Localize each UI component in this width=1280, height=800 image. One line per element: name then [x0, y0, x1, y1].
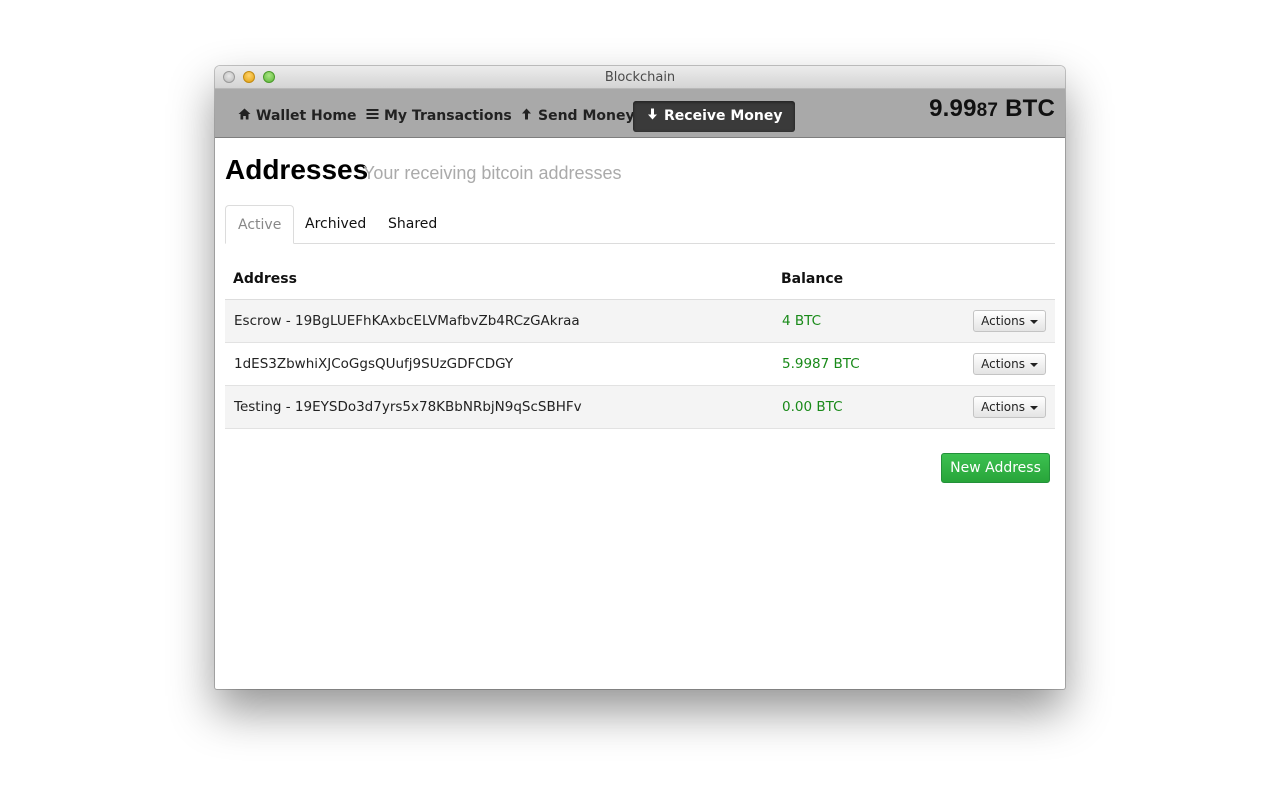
arrow-down-icon: [645, 101, 659, 132]
new-address-button[interactable]: New Address: [941, 453, 1050, 483]
nav-my-transactions-label: My Transactions: [384, 108, 512, 124]
app-window: Blockchain Wallet Home My Transactions S…: [215, 66, 1065, 689]
balance-unit: BTC: [1005, 95, 1055, 122]
nav-receive-money-label: Receive Money: [664, 108, 783, 124]
actions-dropdown-button[interactable]: Actions: [973, 396, 1046, 418]
caret-down-icon: [1030, 405, 1038, 410]
actions-dropdown-button[interactable]: Actions: [973, 310, 1046, 332]
balance-cell: 4 BTC: [782, 313, 822, 329]
arrow-up-icon: [519, 101, 533, 132]
table-body: Escrow - 19BgLUEFhKAxbcELVMafbvZb4RCzGAk…: [225, 299, 1055, 429]
balance-cell: 5.9987 BTC: [782, 356, 860, 372]
actions-label: Actions: [981, 400, 1025, 414]
balance-main: 9.99: [929, 95, 977, 122]
actions-dropdown-button[interactable]: Actions: [973, 353, 1046, 375]
actions-label: Actions: [981, 357, 1025, 371]
address-cell: Escrow - 19BgLUEFhKAxbcELVMafbvZb4RCzGAk…: [234, 313, 580, 329]
top-navbar: Wallet Home My Transactions Send Money R…: [215, 89, 1065, 138]
address-tabs: Active Archived Shared: [225, 205, 1055, 244]
title-bar: Blockchain: [215, 66, 1065, 89]
home-icon: [237, 101, 251, 132]
list-icon: [365, 101, 379, 132]
tab-active[interactable]: Active: [225, 205, 295, 244]
window-title: Blockchain: [604, 70, 676, 85]
address-cell: Testing - 19EYSDo3d7yrs5x78KBbNRbjN9qScS…: [234, 399, 582, 415]
caret-down-icon: [1030, 319, 1038, 324]
balance-small-digits: 87: [976, 100, 999, 121]
table-row: Escrow - 19BgLUEFhKAxbcELVMafbvZb4RCzGAk…: [225, 300, 1055, 343]
nav-my-transactions[interactable]: My Transactions: [365, 101, 512, 132]
address-cell: 1dES3ZbwhiXJCoGgsQUufj9SUzGDFCDGY: [234, 356, 514, 372]
nav-wallet-home-label: Wallet Home: [256, 108, 357, 124]
nav-receive-money[interactable]: Receive Money: [633, 101, 795, 132]
column-header-address: Address: [233, 271, 297, 287]
wallet-balance: 9.9987 BTC: [929, 95, 1055, 123]
table-row: Testing - 19EYSDo3d7yrs5x78KBbNRbjN9qScS…: [225, 386, 1055, 429]
table-row: 1dES3ZbwhiXJCoGgsQUufj9SUzGDFCDGY 5.9987…: [225, 343, 1055, 386]
balance-cell: 0.00 BTC: [782, 399, 843, 415]
actions-label: Actions: [981, 314, 1025, 328]
column-header-balance: Balance: [781, 271, 844, 287]
nav-wallet-home[interactable]: Wallet Home: [237, 101, 356, 132]
tab-archived[interactable]: Archived: [305, 205, 366, 243]
nav-send-money-label: Send Money: [538, 108, 635, 124]
page-title: Addresses: [225, 154, 369, 185]
nav-send-money[interactable]: Send Money: [519, 101, 635, 132]
caret-down-icon: [1030, 362, 1038, 367]
tab-shared[interactable]: Shared: [388, 205, 437, 243]
page-subtitle: Your receiving bitcoin addresses: [363, 163, 622, 183]
